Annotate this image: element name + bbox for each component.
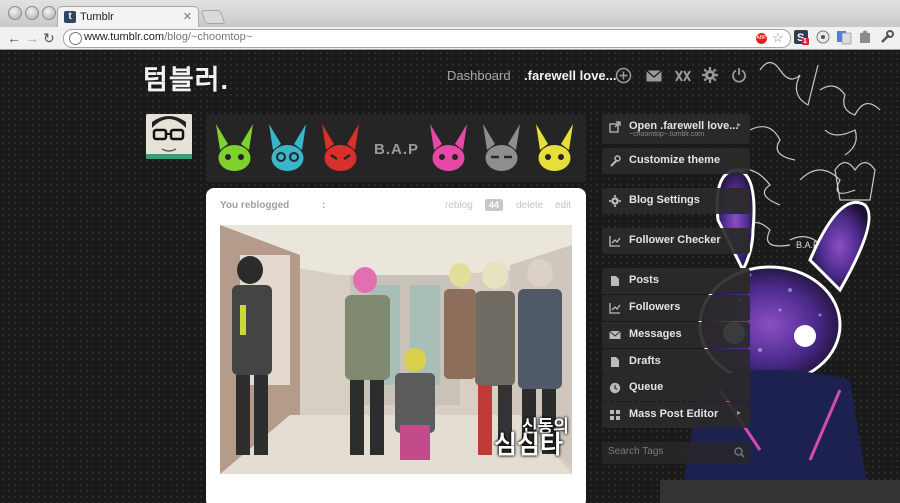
activity-icon[interactable] (675, 70, 691, 82)
drafts-item[interactable]: Drafts (602, 349, 750, 375)
follower-checker-item[interactable]: Follower Checker (602, 228, 750, 254)
url-host: www.tumblr.com (84, 31, 165, 43)
bunny-pink-icon (430, 124, 467, 171)
open-blog-caret-icon: ▸ (736, 120, 741, 129)
wrench-icon[interactable] (879, 29, 895, 45)
power-icon[interactable] (731, 67, 747, 83)
follower-checker-label: Follower Checker (629, 234, 721, 246)
new-post-icon[interactable] (615, 67, 632, 84)
open-blog-url: ~choomtop~.tumblr.com (629, 131, 705, 138)
browser-tab[interactable]: t Tumblr ✕ (57, 6, 199, 28)
tumblr-page: B.A.P 텀블러. Dashboard .farewell love... B… (0, 50, 900, 503)
minimize-window-button[interactable] (25, 6, 39, 20)
posts-item[interactable]: Posts (602, 268, 750, 294)
blog-settings-label: Blog Settings (629, 194, 700, 206)
wrench-icon (610, 155, 621, 167)
followers-item[interactable]: Followers (602, 295, 750, 321)
tumblr-favicon-icon: t (64, 11, 76, 23)
browser-toolbar: ← → ↻ www.tumblr.com/blog/~choomtop~ ABP… (0, 27, 900, 50)
tab-title: Tumblr (80, 11, 114, 23)
forward-button[interactable]: → (25, 29, 39, 47)
adblock-icon[interactable]: ABP (756, 33, 767, 44)
translate-icon[interactable] (836, 29, 852, 45)
puzzle-icon[interactable] (857, 29, 873, 45)
bookmark-star-icon[interactable]: ☆ (772, 30, 784, 46)
url-path: /blog/~choomtop~ (164, 31, 253, 43)
delete-button[interactable]: delete (516, 200, 543, 211)
customize-theme-label: Customize theme (629, 154, 721, 166)
blog-banner: B.A.P (206, 114, 586, 182)
back-button[interactable]: ← (7, 29, 21, 47)
bunny-gray-icon (483, 124, 520, 171)
gear-icon[interactable] (702, 67, 718, 83)
gear-icon (609, 195, 621, 207)
url-text[interactable]: www.tumblr.com/blog/~choomtop~ (84, 31, 252, 43)
bunny-green-icon (216, 124, 253, 171)
tumblr-logo[interactable]: 텀블러. (143, 58, 229, 97)
post-reblog-label: You reblogged (220, 200, 290, 211)
grid-icon (610, 410, 620, 420)
browser-tab-bar: t Tumblr ✕ (0, 0, 900, 28)
dashboard-link[interactable]: Dashboard (447, 68, 511, 83)
queue-item[interactable]: Queue (602, 375, 750, 401)
bunny-teal-icon (269, 124, 306, 171)
reload-button[interactable]: ↻ (43, 29, 55, 47)
blog-menu-link[interactable]: .farewell love... (524, 68, 617, 83)
customize-theme-item[interactable]: Customize theme (602, 148, 750, 174)
photo-caption-large: 심심타 (494, 431, 564, 459)
zoom-window-button[interactable] (42, 6, 56, 20)
queue-label: Queue (629, 381, 664, 393)
tab-close-icon[interactable]: ✕ (183, 10, 192, 23)
posts-label: Posts (629, 274, 659, 286)
mass-post-editor-caret-icon: ▸ (736, 408, 741, 417)
new-tab-button[interactable] (200, 10, 226, 24)
reblog-button[interactable]: reblog (445, 200, 473, 211)
search-icon[interactable] (734, 447, 745, 458)
followers-label: Followers (629, 301, 681, 313)
drafts-label: Drafts (629, 355, 661, 367)
chart-icon (609, 303, 621, 314)
document-icon (611, 357, 619, 367)
inbox-icon[interactable] (646, 70, 662, 82)
post-source-separator: : (322, 200, 326, 211)
messages-label: Messages (629, 328, 682, 340)
envelope-icon (609, 330, 621, 339)
messages-item[interactable]: Messages (602, 322, 750, 348)
extension-round-icon[interactable] (815, 29, 831, 45)
mass-post-editor-item[interactable]: Mass Post Editor ▸ (602, 402, 750, 428)
mass-post-editor-label: Mass Post Editor (629, 408, 719, 420)
bunny-yellow-icon (536, 124, 573, 171)
avatar-face-icon (146, 114, 192, 159)
search-tags-input[interactable]: Search Tags (602, 442, 750, 464)
external-link-icon (609, 121, 621, 133)
close-window-button[interactable] (8, 6, 22, 20)
document-icon (611, 276, 619, 286)
globe-icon (69, 32, 82, 45)
search-tags-placeholder: Search Tags (608, 446, 664, 457)
notes-count-badge[interactable]: 44 (485, 199, 504, 211)
open-blog-item[interactable]: Open .farewell love... ~choomtop~.tumblr… (602, 114, 750, 144)
bunny-red-icon (322, 124, 359, 171)
edit-button[interactable]: edit (555, 200, 571, 211)
bap-logo-text: B.A.P (374, 141, 420, 158)
clock-icon (609, 382, 621, 394)
blog-avatar[interactable] (146, 114, 192, 159)
address-bar[interactable]: www.tumblr.com/blog/~choomtop~ ABP ☆ (63, 29, 791, 48)
extension-badge: 1 (803, 38, 807, 45)
blog-settings-item[interactable]: Blog Settings (602, 188, 750, 214)
chart-icon (609, 236, 621, 247)
